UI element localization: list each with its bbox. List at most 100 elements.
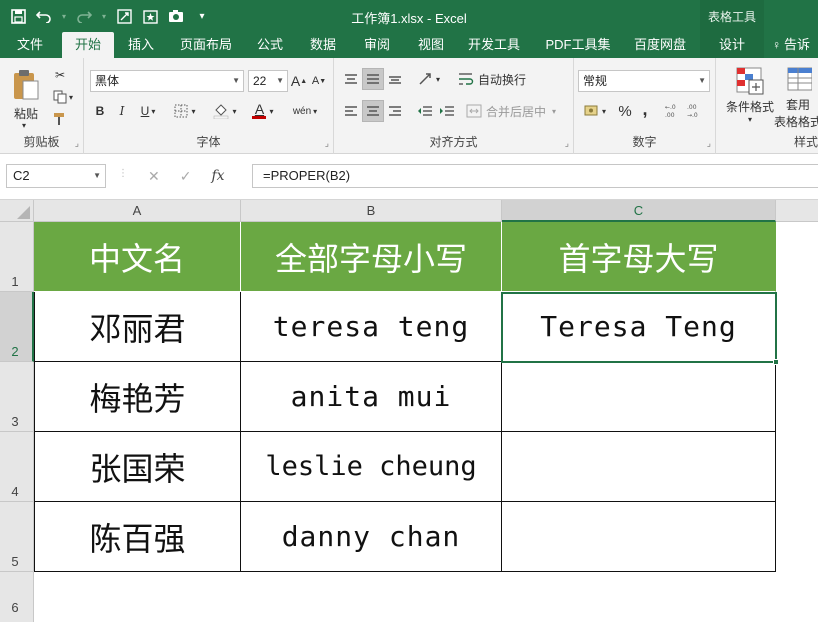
font-name-combo[interactable]: 黑体 ▼	[90, 70, 244, 92]
font-launcher-icon[interactable]: ⌟	[325, 138, 329, 149]
alignment-launcher-icon[interactable]: ⌟	[565, 138, 569, 149]
copy-icon[interactable]: ▾	[48, 86, 78, 108]
select-all-corner[interactable]	[0, 200, 34, 222]
merge-center-button[interactable]: 合并后居中 ▾	[466, 100, 566, 122]
conditional-format-button[interactable]: 条件格式 ▾	[722, 62, 778, 128]
header-cell-lowercase[interactable]: 全部字母小写	[241, 222, 502, 292]
tab-design[interactable]: 设计	[700, 32, 764, 58]
tab-view[interactable]: 视图	[410, 32, 452, 58]
format-painter-icon[interactable]	[48, 108, 72, 130]
clipboard-launcher-icon[interactable]: ⌟	[75, 138, 79, 149]
number-format-combo[interactable]: 常规 ▼	[578, 70, 710, 92]
font-color-swatch-icon	[252, 116, 267, 119]
insert-function-icon[interactable]: fx	[211, 168, 224, 184]
align-right-icon[interactable]	[384, 100, 406, 122]
borders-dropdown-icon: ▾	[191, 106, 196, 116]
tab-formulas[interactable]: 公式	[250, 32, 290, 58]
comma-button[interactable]: ,	[636, 98, 654, 120]
phonetic-dropdown-icon: ▾	[313, 106, 318, 116]
select-all-icon	[17, 206, 30, 219]
increase-decimal-icon[interactable]: ←.0.00	[664, 100, 686, 122]
align-middle-icon[interactable]	[362, 68, 384, 90]
column-header-a[interactable]: A	[34, 200, 241, 222]
table-cell[interactable]: Teresa Teng	[502, 292, 776, 362]
window-title: 工作簿1.xlsx - Excel	[351, 11, 467, 26]
tab-insert[interactable]: 插入	[120, 32, 162, 58]
paste-button[interactable]: 粘贴	[8, 64, 44, 126]
tab-pdf-tools[interactable]: PDF工具集	[538, 32, 618, 58]
wrap-text-button[interactable]: 自动换行	[458, 68, 542, 90]
lightbulb-icon: ♀	[772, 38, 781, 52]
align-left-icon[interactable]	[340, 100, 362, 122]
align-center-icon[interactable]	[362, 100, 384, 122]
table-cell[interactable]	[502, 502, 776, 572]
grow-font-button[interactable]: A ▲	[290, 70, 308, 92]
tab-review[interactable]: 审阅	[356, 32, 398, 58]
italic-button[interactable]: I	[112, 100, 132, 122]
tab-baidu-netdisk[interactable]: 百度网盘	[626, 32, 694, 58]
align-top-icon[interactable]	[340, 68, 362, 90]
styles-group: 条件格式 ▾ 套用 表格格式 样式	[716, 58, 818, 154]
accounting-icon	[584, 105, 598, 116]
column-header-d[interactable]	[776, 200, 818, 222]
formula-input[interactable]: =PROPER(B2)	[252, 164, 818, 188]
table-cell[interactable]	[502, 362, 776, 432]
table-cell[interactable]: 邓丽君	[34, 292, 241, 362]
font-color-button[interactable]: A ▾	[246, 100, 280, 122]
row-header-6[interactable]: 6	[0, 572, 34, 622]
table-cell[interactable]	[502, 432, 776, 502]
increase-indent-icon[interactable]	[436, 100, 458, 122]
shrink-font-button[interactable]: A ▼	[310, 70, 328, 92]
percent-button[interactable]: %	[614, 100, 636, 122]
row-header-2[interactable]: 2	[0, 292, 34, 362]
fill-bucket-icon	[214, 104, 229, 119]
decrease-indent-icon[interactable]	[414, 100, 436, 122]
confirm-icon[interactable]: ✓	[180, 168, 192, 185]
cancel-icon[interactable]: ✕	[148, 168, 160, 185]
row-header-4[interactable]: 4	[0, 432, 34, 502]
svg-text:.00: .00	[665, 112, 675, 119]
cut-icon[interactable]: ✂	[48, 64, 72, 86]
format-as-table-button[interactable]: 套用 表格格式	[774, 62, 818, 134]
table-cell[interactable]: 陈百强	[34, 502, 241, 572]
worksheet-grid: A B C 1 2 3 4 5 6 中文名 全部字母小写 首字母大写 邓丽君 t…	[0, 200, 818, 622]
wrap-text-icon	[459, 73, 474, 85]
table-cell[interactable]: 梅艳芳	[34, 362, 241, 432]
number-launcher-icon[interactable]: ⌟	[707, 138, 711, 149]
name-box[interactable]: C2 ▼	[6, 164, 106, 188]
alignment-group-label: 对齐方式	[429, 135, 478, 149]
underline-button[interactable]: U ▾	[134, 100, 162, 122]
fill-color-button[interactable]: ▾	[208, 100, 242, 122]
font-size-combo[interactable]: 22 ▼	[248, 70, 288, 92]
orientation-icon[interactable]: ▾	[414, 68, 444, 90]
tab-page-layout[interactable]: 页面布局	[174, 32, 238, 58]
underline-dropdown-icon: ▾	[151, 106, 156, 116]
tab-home[interactable]: 开始	[62, 32, 114, 58]
column-header-b[interactable]: B	[241, 200, 502, 222]
borders-button[interactable]: ▾	[168, 100, 202, 122]
table-cell[interactable]: teresa teng	[241, 292, 502, 362]
tab-file[interactable]: 文件	[8, 32, 52, 58]
row-header-3[interactable]: 3	[0, 362, 34, 432]
tab-developer[interactable]: 开发工具	[462, 32, 526, 58]
tab-data[interactable]: 数据	[302, 32, 344, 58]
decrease-decimal-icon[interactable]: .00 →.0	[686, 100, 708, 122]
column-header-c[interactable]: C	[502, 200, 776, 222]
align-bottom-icon[interactable]	[384, 68, 406, 90]
chevron-down-icon: ▼	[698, 76, 706, 85]
table-cell[interactable]: danny chan	[241, 502, 502, 572]
table-cell[interactable]: leslie cheung	[241, 432, 502, 502]
row-header-5[interactable]: 5	[0, 502, 34, 572]
tab-tell-me[interactable]: ♀ 告诉	[772, 32, 818, 58]
header-cell-chinese-name[interactable]: 中文名	[34, 222, 241, 292]
table-cell[interactable]: anita mui	[241, 362, 502, 432]
row-header-1[interactable]: 1	[0, 222, 34, 292]
header-cell-proper[interactable]: 首字母大写	[502, 222, 776, 292]
bold-button[interactable]: B	[90, 100, 110, 122]
paste-dropdown-icon[interactable]: ▾	[4, 120, 44, 130]
table-cell[interactable]: 张国荣	[34, 432, 241, 502]
svg-text:←.0: ←.0	[665, 104, 676, 111]
phonetic-button[interactable]: wén ▾	[288, 100, 322, 122]
accounting-format-button[interactable]: ▾	[578, 100, 612, 122]
formula-buttons: ✕ ✓ fx	[138, 164, 248, 188]
